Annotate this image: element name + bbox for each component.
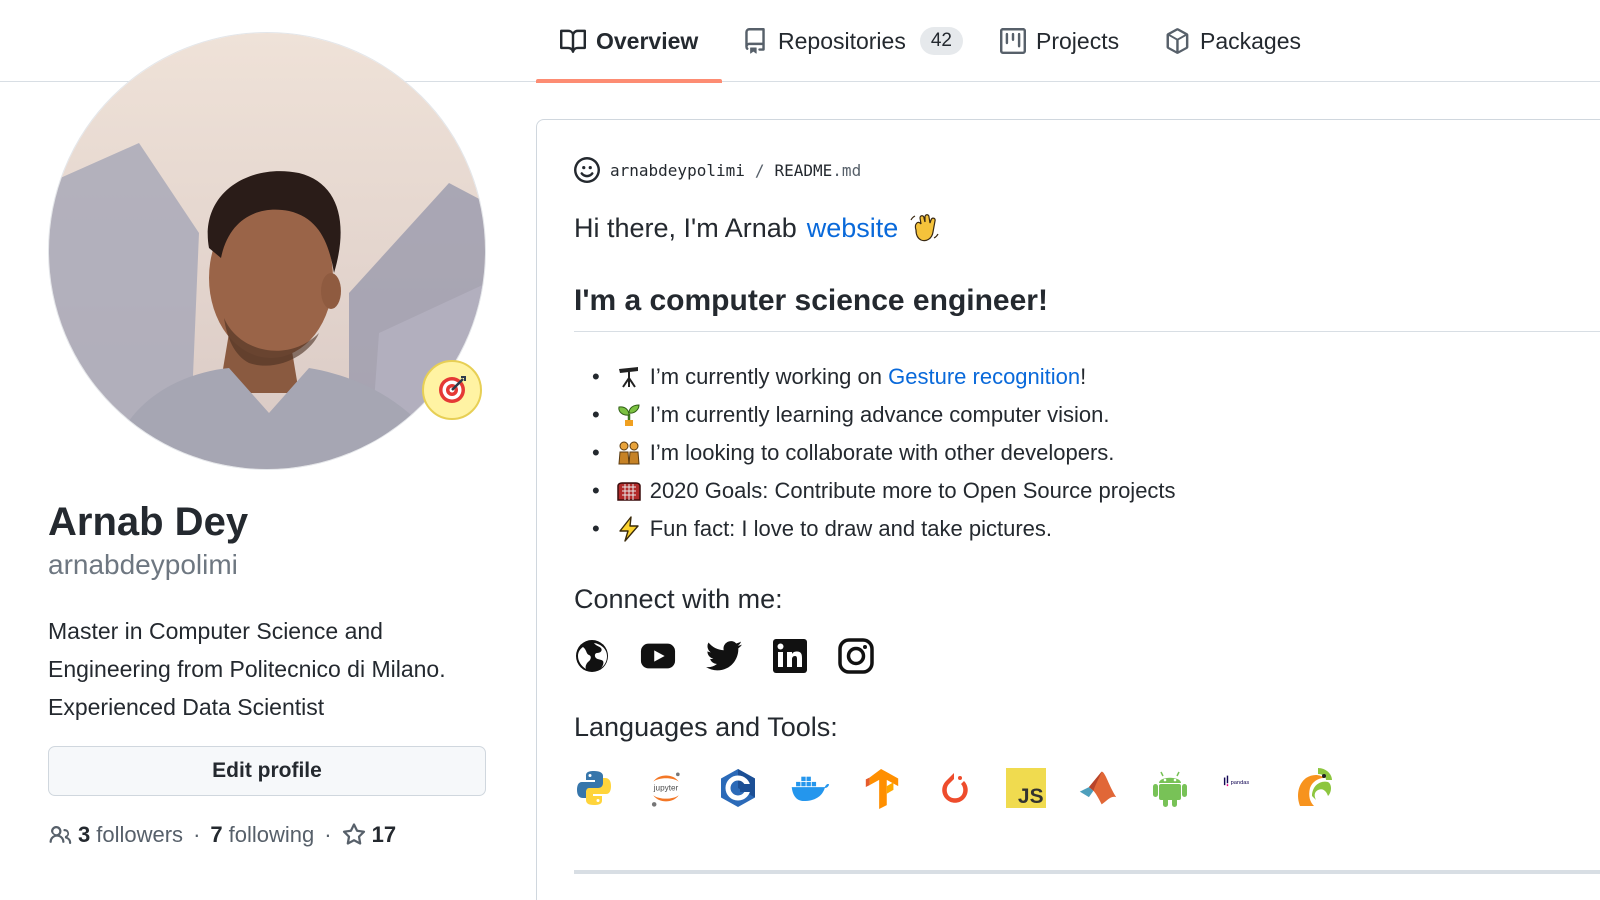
readme-file-name: README [774, 160, 833, 180]
gesture-recognition-link[interactable]: Gesture recognition [888, 364, 1080, 390]
list-item: I’m currently working on Gesture recogni… [592, 358, 1176, 396]
avatar-container [48, 32, 486, 470]
heading-divider [574, 331, 1600, 332]
tab-overview[interactable]: Overview [535, 0, 723, 83]
followers-link[interactable]: 3 followers [48, 822, 183, 848]
tab-packages[interactable]: Packages [1164, 0, 1301, 82]
python-icon[interactable] [574, 766, 614, 810]
tools-list: jupyter JS pandas [574, 766, 1334, 810]
tab-projects-label: Projects [1036, 27, 1120, 54]
bullet-text: Fun fact: I love to draw and take pictur… [649, 516, 1053, 541]
linkedin-icon[interactable] [772, 638, 808, 674]
list-item: I’m currently learning advance computer … [592, 396, 1176, 434]
tab-packages-label: Packages [1200, 27, 1302, 54]
stars-count: 17 [371, 822, 397, 847]
smiley-icon [574, 157, 600, 183]
matlab-icon[interactable] [1078, 766, 1118, 810]
pandas-icon[interactable]: pandas [1222, 766, 1262, 810]
greeting-text: Hi there, I'm Arnab [574, 212, 797, 243]
pytorch-icon[interactable] [934, 766, 974, 810]
edit-profile-button[interactable]: Edit profile [48, 746, 486, 796]
status-badge[interactable] [422, 360, 482, 420]
readme-owner-link[interactable]: arnabdeypolimi [610, 161, 745, 180]
globe-icon[interactable] [574, 638, 610, 674]
readme-heading: I'm a computer science engineer! [574, 284, 1048, 317]
bullet-text: I’m currently working on [649, 364, 883, 389]
follow-stats: 3 followers · 7 following · 17 [48, 822, 396, 848]
list-item: I’m looking to collaborate with other de… [592, 434, 1176, 472]
waving-hand-icon [910, 214, 939, 242]
readme-bullet-list: I’m currently working on Gesture recogni… [592, 358, 1176, 548]
bullet-text: I’m currently learning advance computer … [649, 402, 1110, 427]
instagram-icon[interactable] [838, 638, 874, 674]
followers-count: 3 [78, 822, 91, 847]
readme-file-link[interactable]: README.md [775, 161, 862, 180]
star-icon [342, 823, 365, 845]
profile-full-name: Arnab Dey [48, 500, 249, 544]
tab-repositories-label: Repositories [778, 27, 906, 54]
tab-repositories[interactable]: Repositories 42 [742, 0, 963, 82]
website-link[interactable]: website [807, 213, 899, 244]
separator-dot: · [193, 822, 201, 847]
readme-path-separator: / [754, 160, 765, 180]
tab-overview-label: Overview [596, 27, 699, 54]
avatar[interactable] [48, 32, 486, 470]
project-icon [1000, 28, 1026, 54]
c-icon[interactable] [718, 766, 758, 810]
readme-header: arnabdeypolimi / README.md [574, 157, 861, 183]
direct-hit-icon [439, 376, 466, 403]
bullet-text-suffix: ! [1080, 364, 1087, 389]
telescope-icon [616, 364, 642, 390]
book-icon [560, 29, 586, 53]
people-icon [49, 826, 72, 844]
tab-projects[interactable]: Projects [1000, 0, 1119, 82]
stars-link[interactable]: 17 [342, 822, 396, 848]
youtube-icon[interactable] [640, 638, 676, 674]
people-holding-hands-icon [616, 440, 642, 466]
following-label: following [228, 822, 315, 847]
list-item: 2020 Goals: Contribute more to Open Sour… [592, 472, 1176, 510]
javascript-icon[interactable]: JS [1006, 766, 1046, 810]
lightning-icon [616, 516, 642, 542]
tensorflow-icon[interactable] [862, 766, 902, 810]
readme-greeting: Hi there, I'm Arnab website [574, 212, 940, 244]
connect-heading: Connect with me: [574, 584, 783, 614]
repositories-count-badge: 42 [919, 27, 963, 55]
bullet-text: 2020 Goals: Contribute more to Open Sour… [649, 478, 1176, 503]
pandas-label: pandas [1231, 780, 1250, 786]
separator-dot: · [324, 822, 332, 847]
seedling-icon [616, 402, 642, 428]
android-icon[interactable] [1150, 766, 1190, 810]
languages-tools-heading: Languages and Tools: [574, 712, 838, 742]
repo-icon [745, 28, 765, 54]
jupyter-label: jupyter [653, 784, 679, 793]
section-divider [574, 870, 1600, 874]
bullet-text: I’m looking to collaborate with other de… [649, 440, 1115, 465]
list-item: Fun fact: I love to draw and take pictur… [592, 510, 1176, 548]
readme-file-ext: .md [832, 160, 862, 180]
goal-net-icon [616, 478, 642, 504]
profile-username: arnabdeypolimi [48, 549, 238, 580]
package-icon [1166, 28, 1189, 54]
profile-bio: Master in Computer Science and Engineeri… [48, 618, 446, 720]
docker-icon[interactable] [790, 766, 830, 810]
following-link[interactable]: 7 following [210, 822, 314, 848]
social-links [574, 638, 874, 674]
twitter-icon[interactable] [706, 638, 742, 674]
avatar-photo [49, 33, 485, 469]
opencv-icon[interactable] [1294, 766, 1334, 810]
following-count: 7 [210, 822, 223, 847]
followers-label: followers [96, 822, 184, 847]
jupyter-icon[interactable]: jupyter [646, 766, 686, 810]
javascript-label: JS [1018, 785, 1044, 808]
